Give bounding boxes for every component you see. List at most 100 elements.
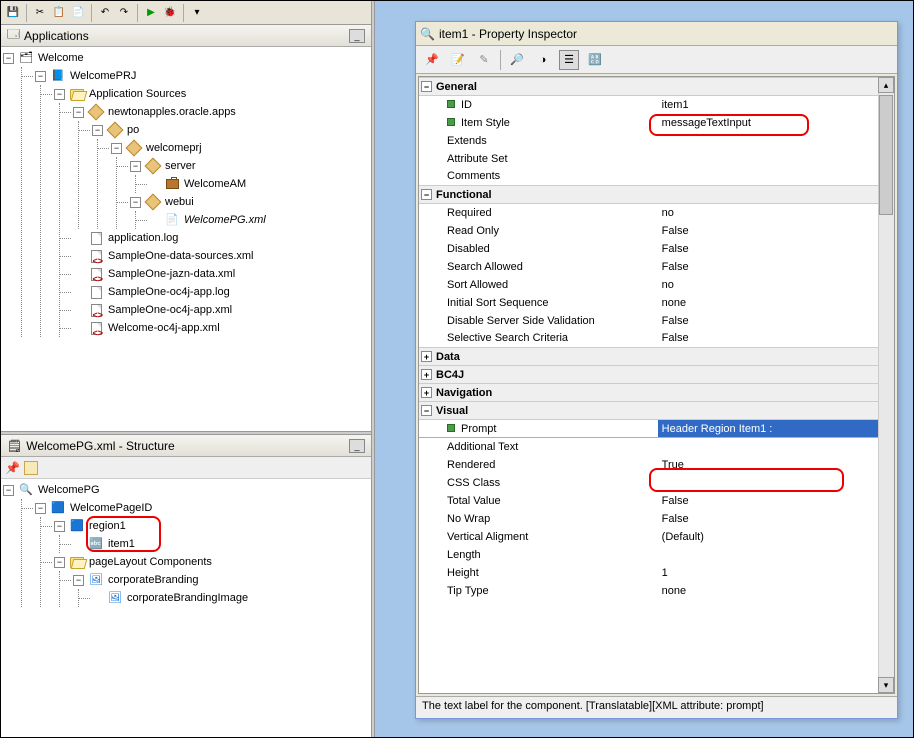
tree-node[interactable]: server xyxy=(163,157,198,175)
tree-node[interactable]: WelcomePG xyxy=(36,481,102,499)
prop-key: Rendered xyxy=(447,459,495,471)
prop-value[interactable]: no xyxy=(658,204,878,222)
structure-title: WelcomePG.xml - Structure xyxy=(26,439,345,453)
scroll-thumb[interactable] xyxy=(879,95,893,215)
alpha-sort-icon[interactable]: 🔠 xyxy=(585,50,605,70)
edit-icon[interactable]: 📝 xyxy=(448,50,468,70)
tree-node[interactable]: SampleOne-jazn-data.xml xyxy=(106,265,237,283)
redo-icon[interactable]: ↷ xyxy=(116,5,132,21)
prop-value[interactable]: item1 xyxy=(658,96,878,114)
pin-icon[interactable]: 📌 xyxy=(5,461,20,475)
prop-value[interactable]: False xyxy=(658,492,878,510)
tree-node[interactable]: webui xyxy=(163,193,196,211)
prop-value[interactable]: False xyxy=(658,330,878,348)
package-icon xyxy=(145,195,161,209)
tree-node[interactable]: po xyxy=(125,121,141,139)
prop-value[interactable] xyxy=(658,132,878,150)
tree-node[interactable]: SampleOne-oc4j-app.log xyxy=(106,283,232,301)
prop-value-item-style[interactable]: messageTextInput xyxy=(658,114,878,132)
prop-value[interactable]: False xyxy=(658,312,878,330)
prop-value[interactable] xyxy=(658,438,878,456)
union-icon[interactable]: ◑ xyxy=(533,50,553,70)
tree-node-welcomepg[interactable]: WelcomePG.xml xyxy=(182,211,268,229)
prop-value[interactable] xyxy=(658,150,878,168)
tree-node[interactable]: Welcome-oc4j-app.xml xyxy=(106,319,222,337)
category-navigation[interactable]: Navigation xyxy=(436,387,492,399)
run-icon[interactable]: ▶ xyxy=(143,5,159,21)
applications-tree[interactable]: −🗂Welcome −📘WelcomePRJ −Application Sour… xyxy=(1,47,371,431)
find-icon[interactable]: 🔎 xyxy=(507,50,527,70)
tree-node[interactable]: WelcomePRJ xyxy=(68,67,138,85)
tree-node-region1[interactable]: region1 xyxy=(87,517,128,535)
expand-toggle[interactable]: − xyxy=(3,53,14,64)
collapse-toggle[interactable]: − xyxy=(421,405,432,416)
structure-tree[interactable]: −🔍WelcomePG −🟦WelcomePageID −🟦region1 🔤i… xyxy=(1,479,371,737)
pencil-icon[interactable]: ✎ xyxy=(474,50,494,70)
tree-node[interactable]: Application Sources xyxy=(87,85,188,103)
prop-value[interactable]: False xyxy=(658,222,878,240)
category-data[interactable]: Data xyxy=(436,351,460,363)
category-bc4j[interactable]: BC4J xyxy=(436,369,464,381)
minimize-button[interactable]: _ xyxy=(349,439,365,453)
tree-node[interactable]: application.log xyxy=(106,229,180,247)
tree-node[interactable]: Welcome xyxy=(36,49,86,67)
tree-node[interactable]: corporateBrandingImage xyxy=(125,589,250,607)
expand-toggle[interactable]: + xyxy=(421,369,432,380)
property-inspector-window: 🔍 item1 - Property Inspector 📌 📝 ✎ 🔎 ◑ ☰… xyxy=(415,21,898,719)
expand-toggle[interactable]: + xyxy=(421,387,432,398)
tree-node[interactable]: corporateBranding xyxy=(106,571,201,589)
undo-icon[interactable]: ↶ xyxy=(97,5,113,21)
scroll-up-icon[interactable]: ▴ xyxy=(878,77,894,93)
tree-node[interactable]: pageLayout Components xyxy=(87,553,214,571)
category-visual[interactable]: Visual xyxy=(436,405,468,417)
tree-node[interactable]: SampleOne-oc4j-app.xml xyxy=(106,301,234,319)
category-general[interactable]: General xyxy=(436,81,477,93)
dropdown-icon[interactable]: ▾ xyxy=(189,5,205,21)
cut-icon[interactable]: ✂ xyxy=(32,5,48,21)
scrollbar[interactable]: ▴ ▾ xyxy=(878,77,894,693)
page-icon: 🔍 xyxy=(18,483,34,497)
copy-icon[interactable]: 📋 xyxy=(51,5,67,21)
categorized-icon[interactable]: ☰ xyxy=(559,50,579,70)
save-icon[interactable]: 💾 xyxy=(5,5,21,21)
prop-key: Sort Allowed xyxy=(447,279,508,291)
prop-value[interactable] xyxy=(658,546,878,564)
prop-value[interactable]: False xyxy=(658,240,878,258)
package-icon xyxy=(88,105,104,119)
prop-key: Attribute Set xyxy=(447,153,508,165)
prop-value[interactable]: none xyxy=(658,582,878,600)
applications-icon: 🗔 xyxy=(7,25,20,46)
tree-node[interactable]: WelcomeAM xyxy=(182,175,248,193)
prop-value[interactable]: False xyxy=(658,258,878,276)
pin-icon[interactable]: 📌 xyxy=(422,50,442,70)
prop-value[interactable]: False xyxy=(658,510,878,528)
tree-node[interactable]: SampleOne-data-sources.xml xyxy=(106,247,256,265)
prop-value[interactable] xyxy=(658,168,878,186)
prop-value[interactable] xyxy=(658,474,878,492)
minimize-button[interactable]: _ xyxy=(349,29,365,43)
category-functional[interactable]: Functional xyxy=(436,189,492,201)
prop-value[interactable]: none xyxy=(658,294,878,312)
debug-icon[interactable]: 🐞 xyxy=(162,5,178,21)
prop-value[interactable]: (Default) xyxy=(658,528,878,546)
tree-node[interactable]: WelcomePageID xyxy=(68,499,154,517)
scroll-down-icon[interactable]: ▾ xyxy=(878,677,894,693)
tree-node-item1[interactable]: item1 xyxy=(106,535,137,553)
expand-toggle[interactable]: + xyxy=(421,351,432,362)
main-toolbar[interactable]: 💾 ✂ 📋 📄 ↶ ↷ ▶ 🐞 ▾ xyxy=(1,1,371,25)
prop-value-prompt[interactable]: Header Region Item1 : xyxy=(658,420,878,438)
paste-icon[interactable]: 📄 xyxy=(70,5,86,21)
xml-file-icon: <> xyxy=(88,267,104,281)
prop-value[interactable]: 1 xyxy=(658,564,878,582)
prop-value[interactable]: no xyxy=(658,276,878,294)
prop-value[interactable]: True xyxy=(658,456,878,474)
collapse-toggle[interactable]: − xyxy=(421,189,432,200)
property-grid[interactable]: −General IDitem1 Item StylemessageTextIn… xyxy=(418,76,895,694)
new-doc-icon[interactable] xyxy=(24,461,38,475)
collapse-toggle[interactable]: − xyxy=(421,81,432,92)
tree-node[interactable]: welcomeprj xyxy=(144,139,204,157)
tree-node[interactable]: newtonapples.oracle.apps xyxy=(106,103,238,121)
prop-key: Length xyxy=(447,549,481,561)
prop-key: Total Value xyxy=(447,495,501,507)
prop-key: Additional Text xyxy=(447,441,518,453)
